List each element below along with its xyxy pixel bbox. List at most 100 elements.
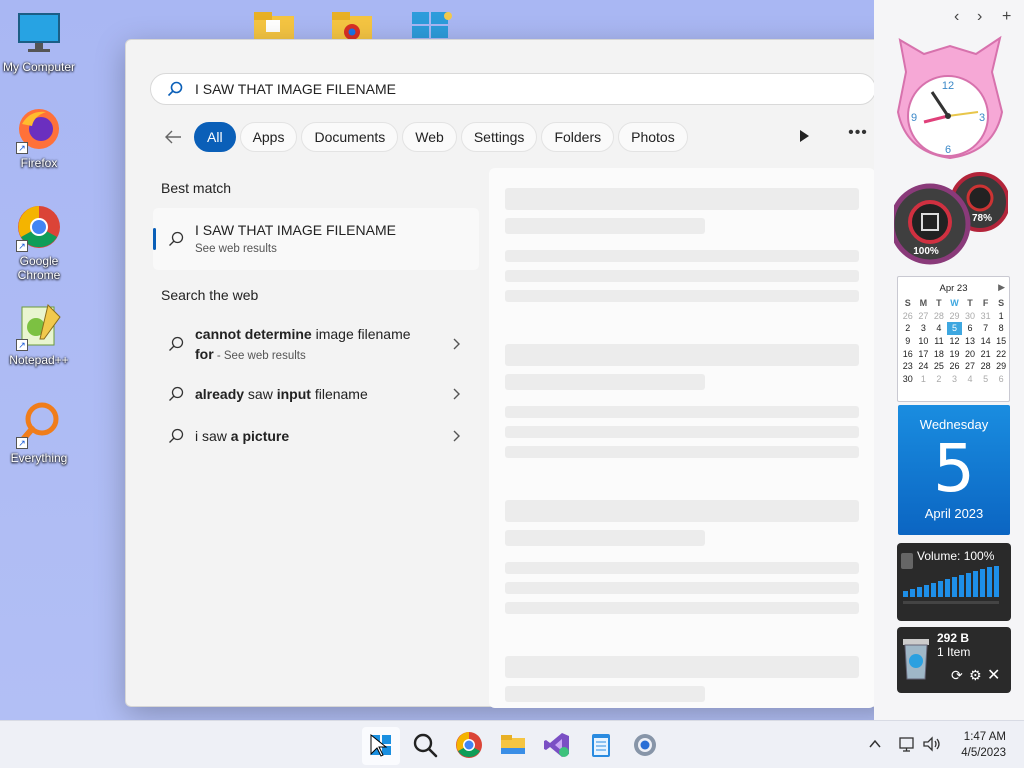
cpu-ram-gauge-gadget[interactable]: 78% 100% xyxy=(894,170,1008,266)
search-icon xyxy=(169,386,184,401)
skeleton-block xyxy=(505,530,705,546)
plus-icon[interactable]: + xyxy=(1002,8,1011,26)
chevron-right-icon xyxy=(453,388,460,400)
tab-web[interactable]: Web xyxy=(402,122,457,152)
notepadpp-icon: ↗ xyxy=(16,303,62,351)
best-match-subtitle: See web results xyxy=(195,243,277,255)
date-gadget[interactable]: Wednesday 5 April 2023 xyxy=(898,405,1010,535)
skeleton-block xyxy=(505,270,859,282)
shortcut-arrow-icon: ↗ xyxy=(16,437,28,449)
shortcut-arrow-icon: ↗ xyxy=(16,240,28,252)
calendar-next-icon[interactable]: ▶ xyxy=(998,282,1005,293)
back-arrow-icon[interactable] xyxy=(160,124,186,150)
taskbar-search-icon[interactable] xyxy=(410,730,440,760)
volume-label: Volume: 100% xyxy=(917,549,995,563)
skeleton-block xyxy=(505,344,859,366)
taskbar-visual-studio-icon[interactable] xyxy=(542,730,572,760)
tab-settings[interactable]: Settings xyxy=(460,122,538,152)
analog-clock-gadget[interactable]: 12 3 6 9 xyxy=(894,32,1006,162)
best-match-result[interactable]: I SAW THAT IMAGE FILENAME See web result… xyxy=(153,208,479,270)
web-result-item[interactable]: i saw a picture xyxy=(153,424,479,450)
calendar-gadget[interactable]: Apr 23 ▶ SMTWTFS 26 27 28 29 30 31 1 2345678 9… xyxy=(897,276,1010,402)
best-match-title: I SAW THAT IMAGE FILENAME xyxy=(195,222,396,238)
clock-number: 3 xyxy=(979,112,985,124)
taskbar: 1:47 AM 4/5/2023 xyxy=(0,720,1024,768)
desktop-icon-chrome[interactable]: ↗ Google Chrome xyxy=(0,204,78,282)
clock-number: 9 xyxy=(911,112,917,124)
desktop-icon-label: Firefox xyxy=(20,156,58,170)
tab-folders[interactable]: Folders xyxy=(541,122,615,152)
windows-logo-icon xyxy=(370,733,391,757)
selection-accent xyxy=(153,228,156,250)
recycle-bin-gadget[interactable]: 292 B 1 Item ⟳ ⚙ ✕ xyxy=(897,627,1011,693)
desktop-icon-everything[interactable]: ↗ Everything xyxy=(0,401,78,465)
clock-number: 6 xyxy=(945,144,951,156)
skeleton-block xyxy=(505,686,705,702)
skeleton-block xyxy=(505,562,859,574)
recycle-items: 1 Item xyxy=(937,645,971,659)
recycle-bin-icon xyxy=(903,639,929,680)
skeleton-block xyxy=(505,656,859,678)
chrome-icon: ↗ xyxy=(16,204,62,252)
filter-bar: All Apps Documents Web Settings Folders … xyxy=(160,122,692,152)
tab-photos[interactable]: Photos xyxy=(618,122,688,152)
tab-apps[interactable]: Apps xyxy=(239,122,298,152)
tab-documents[interactable]: Documents xyxy=(301,122,399,152)
skeleton-block xyxy=(505,446,859,458)
preview-pane-loading xyxy=(489,168,875,708)
skeleton-block xyxy=(505,218,705,234)
clock-time: 1:47 AM xyxy=(963,731,1006,743)
desktop-icon-my-computer[interactable]: My Computer xyxy=(0,10,78,74)
tab-all[interactable]: All xyxy=(194,122,236,152)
gear-icon[interactable]: ⚙ xyxy=(969,667,982,684)
taskbar-chrome-icon[interactable] xyxy=(454,730,484,760)
taskbar-settings-icon[interactable] xyxy=(630,730,660,760)
everything-search-icon: ↗ xyxy=(16,401,62,449)
web-result-item[interactable]: cannot determine image filename for - Se… xyxy=(153,322,479,368)
chevron-right-icon[interactable]: › xyxy=(977,8,982,26)
chevron-right-icon xyxy=(453,338,460,350)
web-result-text: already saw input filename xyxy=(195,386,368,402)
ram-percent: 78% xyxy=(972,213,992,224)
volume-bars xyxy=(903,566,999,604)
recycle-size: 292 B xyxy=(937,631,970,645)
skeleton-block xyxy=(505,602,859,614)
skeleton-block xyxy=(505,290,859,302)
skeleton-block xyxy=(505,582,859,594)
folder-icon[interactable] xyxy=(252,10,296,40)
desktop-icon-label: Notepad++ xyxy=(9,353,69,367)
firefox-icon: ↗ xyxy=(16,106,62,154)
search-web-heading: Search the web xyxy=(161,287,259,303)
more-options-icon[interactable]: ••• xyxy=(846,125,870,146)
volume-gadget[interactable]: Volume: 100% xyxy=(897,543,1011,621)
web-result-item[interactable]: already saw input filename xyxy=(153,382,479,408)
desktop-icon-firefox[interactable]: ↗ Firefox xyxy=(0,106,78,170)
search-icon xyxy=(169,428,184,443)
search-bar[interactable] xyxy=(150,73,876,105)
taskbar-notepad-icon[interactable] xyxy=(586,730,616,760)
volume-icon[interactable] xyxy=(922,735,942,753)
search-panel: All Apps Documents Web Settings Folders … xyxy=(125,39,899,708)
chevron-left-icon[interactable]: ‹ xyxy=(954,8,959,26)
chrome-folder-icon[interactable] xyxy=(330,10,374,40)
skeleton-block xyxy=(505,500,859,522)
taskbar-clock[interactable]: 1:47 AM 4/5/2023 xyxy=(961,729,1006,761)
show-hidden-icons-chevron-up-icon[interactable] xyxy=(868,737,882,751)
taskbar-file-explorer-icon[interactable] xyxy=(498,730,528,760)
search-icon xyxy=(167,81,183,97)
skeleton-block xyxy=(505,426,859,438)
shortcut-arrow-icon: ↗ xyxy=(16,339,28,351)
desktop-icon-notepadpp[interactable]: ↗ Notepad++ xyxy=(0,303,78,367)
search-input[interactable] xyxy=(195,81,845,97)
chevron-right-icon xyxy=(453,430,460,442)
close-icon[interactable]: ✕ xyxy=(987,665,1000,685)
desktop-icon-label: Google Chrome xyxy=(17,254,61,282)
network-icon[interactable] xyxy=(898,735,916,753)
skeleton-block xyxy=(505,188,859,210)
refresh-icon[interactable]: ⟳ xyxy=(951,667,963,684)
cpu-percent: 100% xyxy=(913,246,939,257)
skeleton-block xyxy=(505,250,859,262)
windows-setup-icon[interactable] xyxy=(410,10,454,40)
start-button[interactable] xyxy=(366,730,396,760)
play-icon[interactable] xyxy=(794,126,814,146)
